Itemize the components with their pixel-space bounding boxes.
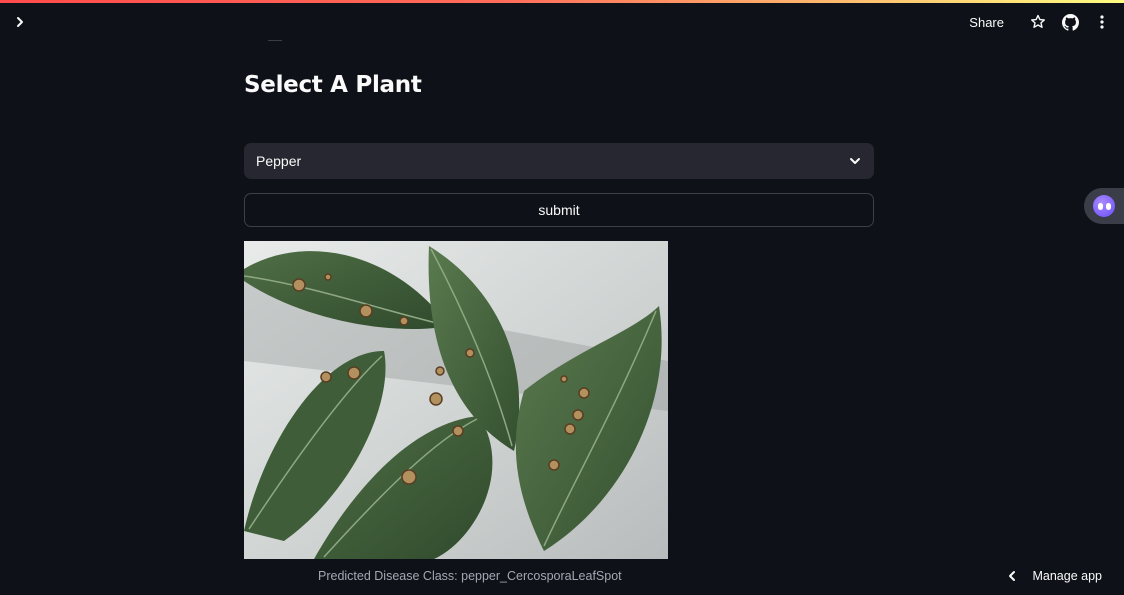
header-toolbar: Share (969, 10, 1114, 34)
sidebar-toggle-button[interactable] (10, 12, 30, 32)
star-button[interactable] (1026, 10, 1050, 34)
page-title: Select A Plant (244, 72, 422, 98)
divider (268, 40, 282, 41)
chevron-down-icon (850, 158, 860, 164)
more-vertical-icon (1100, 15, 1104, 29)
plant-select[interactable]: Pepper (244, 143, 874, 179)
github-button[interactable] (1058, 10, 1082, 34)
top-decoration-stripe (0, 0, 1124, 3)
manage-app-button[interactable]: Manage app (1006, 566, 1102, 586)
chat-assistant-button[interactable] (1084, 188, 1124, 224)
manage-app-label: Manage app (1032, 569, 1102, 583)
plant-select-value: Pepper (256, 153, 302, 169)
chevron-right-icon (17, 17, 23, 27)
uploaded-leaf-image (244, 241, 668, 559)
bot-icon (1093, 195, 1115, 217)
github-icon (1061, 13, 1079, 31)
star-icon (1031, 14, 1045, 28)
share-button[interactable]: Share (969, 15, 1004, 30)
main-menu-button[interactable] (1090, 10, 1114, 34)
leaf-photo (244, 241, 668, 559)
prediction-result: Predicted Disease Class: pepper_Cercospo… (318, 569, 622, 583)
submit-button[interactable]: submit (244, 193, 874, 227)
chevron-left-icon (1009, 571, 1016, 581)
